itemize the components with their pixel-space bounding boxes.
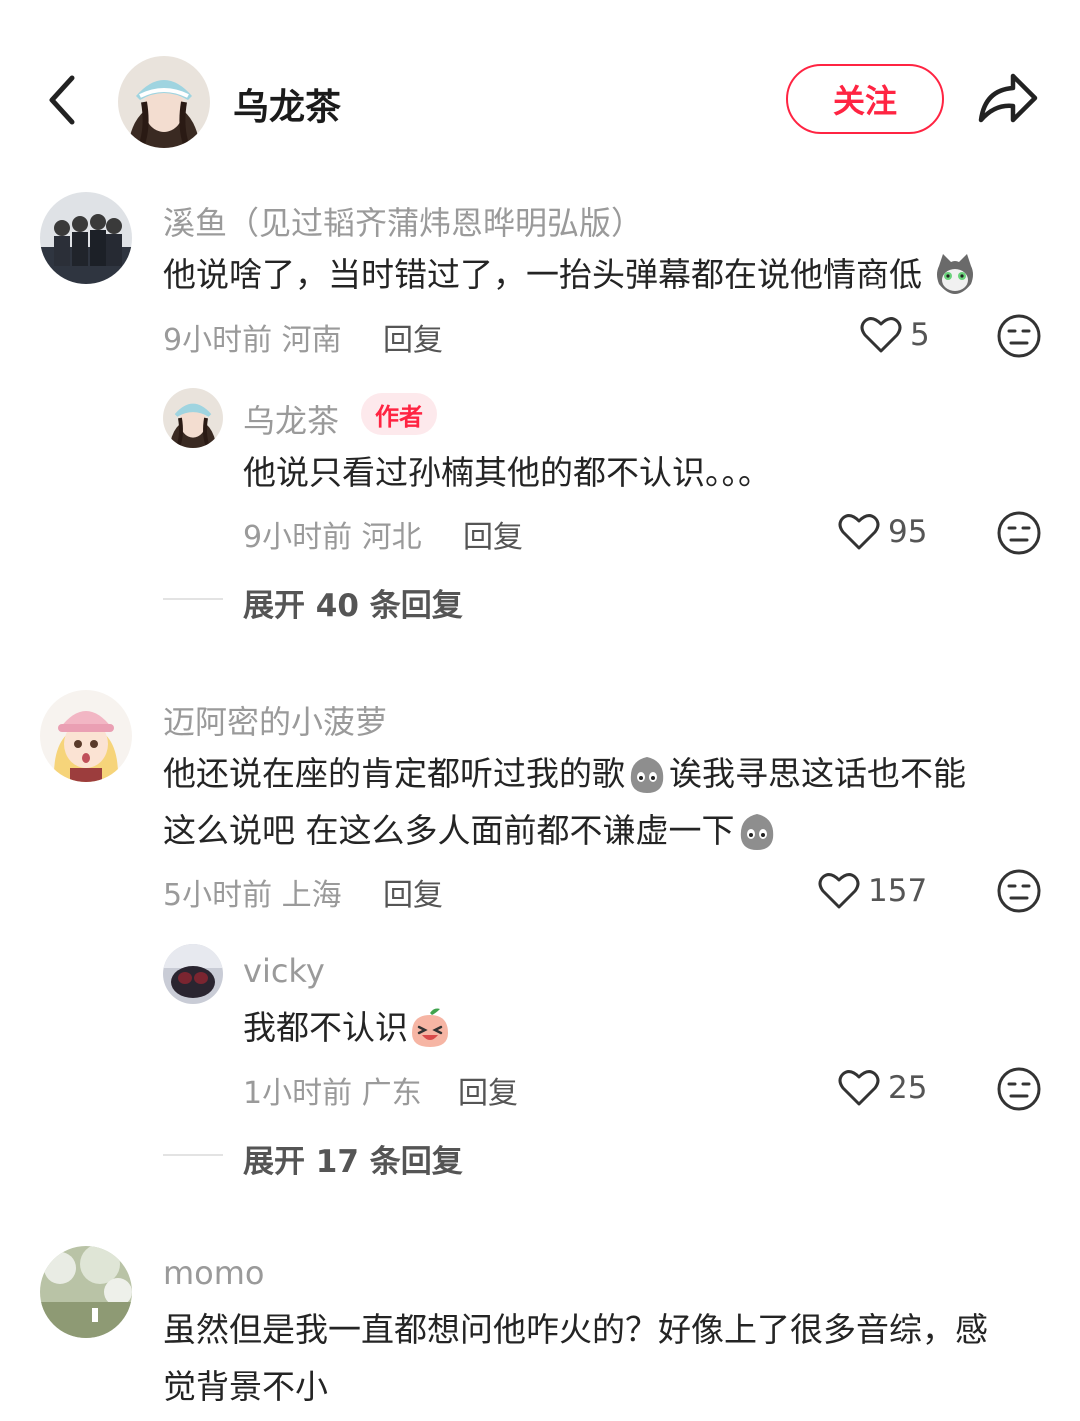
dislike-button[interactable] <box>996 313 1042 359</box>
comment-text-body: 他还说在座的肯定都听过我的歌 <box>163 754 625 793</box>
gray-blob-emoji-icon <box>740 813 773 850</box>
reply-location: 广东 <box>361 1076 422 1111</box>
replier-avatar[interactable] <box>163 388 223 448</box>
comment-text-body: 觉背景不小 <box>163 1367 328 1406</box>
like-count: 5 <box>910 317 930 353</box>
comment-text-body: 诶我寻思这话也不能 <box>669 754 966 793</box>
dislike-face-icon <box>997 1067 1041 1111</box>
follow-button[interactable]: 关注 <box>786 64 944 134</box>
replier-avatar[interactable] <box>163 944 223 1004</box>
comment-time: 9小时前 <box>163 323 273 358</box>
expand-replies-button[interactable]: 展开 40 条回复 <box>243 580 463 625</box>
like-count: 157 <box>868 873 928 909</box>
comment-meta: 9小时前 河南 <box>163 315 342 359</box>
comment-text: 他说啥了，当时错过了，一抬头弹幕都在说他情商低 <box>163 246 977 303</box>
dislike-button[interactable] <box>996 510 1042 556</box>
comment-text: 虽然但是我一直都想问他咋火的？好像上了很多音综，感 觉背景不小 <box>163 1301 988 1415</box>
commenter-nickname[interactable]: momo <box>163 1254 265 1292</box>
comment-text: 他还说在座的肯定都听过我的歌 诶我寻思这话也不能 这么说吧 在这么多人面前都不谦… <box>163 745 966 859</box>
share-icon <box>978 73 1038 123</box>
heart-icon <box>818 873 860 909</box>
reply-button[interactable]: 回复 <box>383 315 443 359</box>
reply-text-body: 我都不认识 <box>243 1008 408 1047</box>
like-button[interactable]: 5 <box>860 310 930 360</box>
commenter-avatar[interactable] <box>40 1246 132 1338</box>
reply-meta: 1小时前 广东 <box>243 1068 422 1112</box>
reply-time: 9小时前 <box>243 520 353 555</box>
share-button[interactable] <box>975 68 1039 128</box>
dislike-button[interactable] <box>996 1066 1042 1112</box>
dislike-face-icon <box>997 869 1041 913</box>
author-name[interactable]: 乌龙茶 <box>233 78 341 130</box>
like-button[interactable]: 157 <box>818 866 927 916</box>
comment-location: 上海 <box>281 878 342 913</box>
dislike-button[interactable] <box>996 868 1042 914</box>
reply-meta: 9小时前 河北 <box>243 512 422 556</box>
author-avatar[interactable] <box>118 56 210 148</box>
cat-emoji-icon <box>936 253 973 294</box>
back-button[interactable] <box>40 72 88 128</box>
comment-text-body: 他说啥了，当时错过了，一抬头弹幕都在说他情商低 <box>163 255 922 294</box>
laughing-peach-emoji-icon <box>412 1008 448 1047</box>
heart-icon <box>860 317 902 353</box>
comment-location: 河南 <box>281 323 342 358</box>
comment-page: 乌龙茶 关注 溪鱼（见过韬齐蒲炜恩晔明弘版） 他说啥了，当时错过了，一抬头弹幕都… <box>0 0 1080 1421</box>
like-button[interactable]: 25 <box>838 1063 927 1113</box>
commenter-avatar[interactable] <box>40 690 132 782</box>
expand-divider <box>163 598 223 600</box>
back-arrow-icon <box>49 75 75 125</box>
dislike-face-icon <box>997 511 1041 555</box>
reply-text: 他说只看过孙楠其他的都不认识。。。 <box>243 453 771 492</box>
reply-button[interactable]: 回复 <box>383 870 443 914</box>
comment-text-body: 虽然但是我一直都想问他咋火的？好像上了很多音综，感 <box>163 1310 988 1349</box>
reply-location: 河北 <box>361 520 422 555</box>
gray-blob-emoji-icon <box>630 756 664 793</box>
replier-nickname[interactable]: 乌龙茶 <box>243 396 339 442</box>
heart-icon <box>838 514 880 550</box>
header: 乌龙茶 关注 <box>0 0 1080 190</box>
like-button[interactable]: 95 <box>838 507 927 557</box>
reply-button[interactable]: 回复 <box>463 512 523 556</box>
dislike-face-icon <box>997 314 1041 358</box>
comment-time: 5小时前 <box>163 878 273 913</box>
reply-time: 1小时前 <box>243 1076 353 1111</box>
comment-text-body: 这么说吧 在这么多人面前都不谦虚一下 <box>163 811 735 850</box>
heart-icon <box>838 1070 880 1106</box>
author-badge: 作者 <box>361 393 437 435</box>
comment-meta: 5小时前 上海 <box>163 870 342 914</box>
reply-text: 我都不认识 <box>243 999 452 1056</box>
like-count: 25 <box>888 1070 928 1106</box>
replier-nickname[interactable]: vicky <box>243 952 325 990</box>
reply-button[interactable]: 回复 <box>458 1068 518 1112</box>
commenter-nickname[interactable]: 迈阿密的小菠萝 <box>163 697 387 743</box>
commenter-nickname[interactable]: 溪鱼（见过韬齐蒲炜恩晔明弘版） <box>163 198 643 244</box>
commenter-avatar[interactable] <box>40 192 132 284</box>
expand-divider <box>163 1154 223 1156</box>
like-count: 95 <box>888 514 928 550</box>
expand-replies-button[interactable]: 展开 17 条回复 <box>243 1136 463 1181</box>
